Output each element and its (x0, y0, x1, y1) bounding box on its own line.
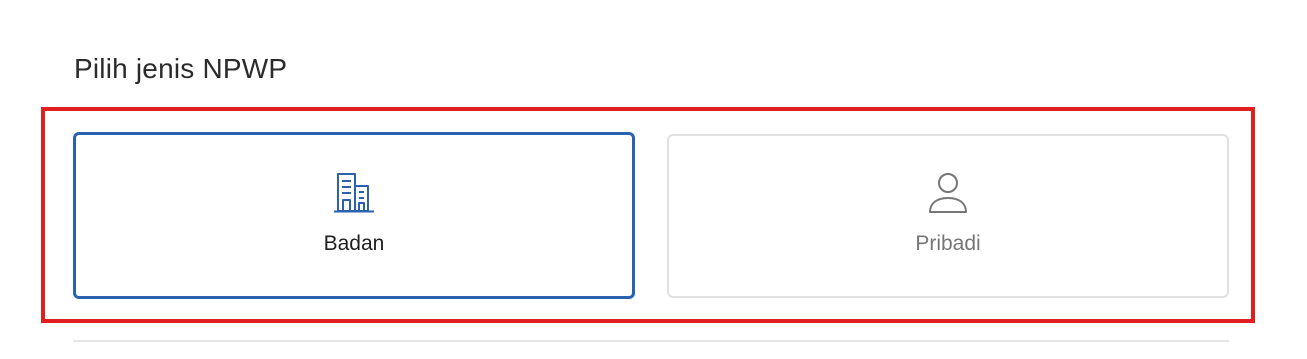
divider (73, 340, 1229, 342)
option-card-pribadi[interactable]: Pribadi (667, 134, 1229, 298)
option-label-badan: Badan (323, 232, 385, 255)
person-icon (929, 173, 967, 213)
option-label-pribadi: Pribadi (915, 232, 981, 255)
building-icon (334, 173, 374, 213)
section-title: Pilih jenis NPWP (74, 53, 288, 84)
option-card-badan[interactable]: Badan (73, 132, 635, 299)
